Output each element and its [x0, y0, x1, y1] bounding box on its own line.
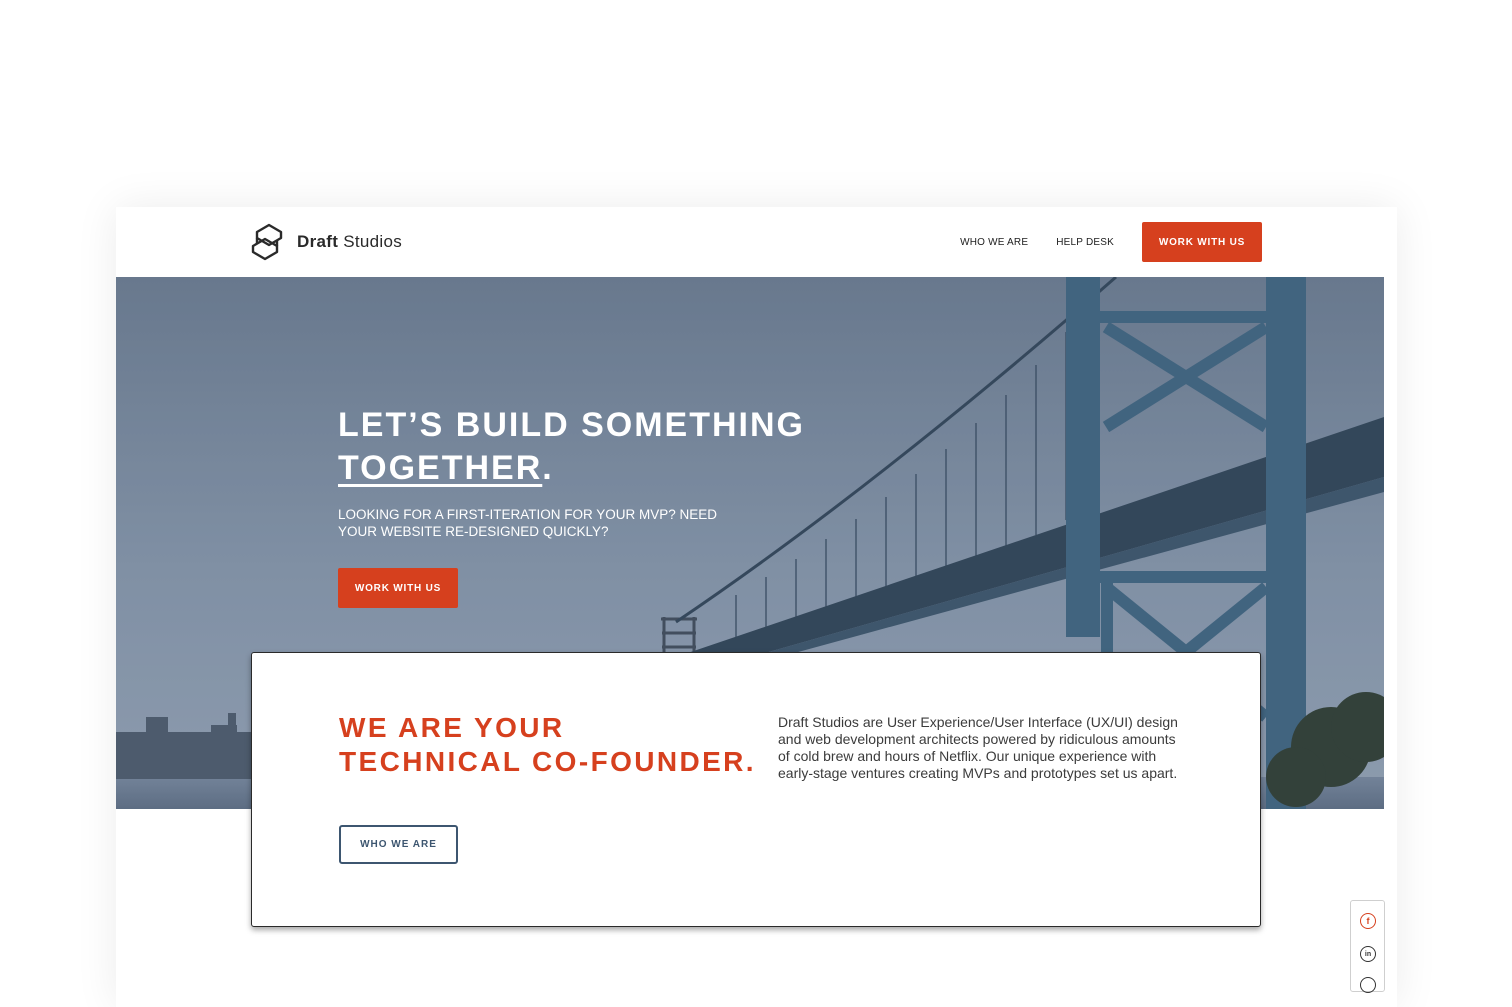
hero-title-period: . — [542, 449, 554, 487]
facebook-glyph: f — [1366, 916, 1370, 926]
nav-help-desk[interactable]: HELP DESK — [1056, 237, 1114, 248]
facebook-icon[interactable]: f — [1360, 913, 1376, 929]
intro-card: WE ARE YOUR TECHNICAL CO-FOUNDER. Draft S… — [251, 652, 1261, 927]
card-heading-line1: WE ARE YOUR — [339, 712, 565, 743]
logo-text-bold: Draft — [297, 232, 339, 251]
nav-who-we-are[interactable]: WHO WE ARE — [960, 237, 1028, 248]
hero-title-line1: LET’S BUILD SOMETHING — [338, 406, 805, 444]
site-header: Draft Studios WHO WE ARE HELP DESK WORK … — [116, 207, 1397, 277]
hero-work-with-us-button[interactable]: WORK WITH US — [338, 568, 458, 608]
logo[interactable]: Draft Studios — [249, 222, 402, 262]
page-frame: Draft Studios WHO WE ARE HELP DESK WORK … — [116, 207, 1397, 1007]
logo-mark-icon — [251, 223, 283, 261]
linkedin-icon[interactable]: in — [1360, 946, 1376, 962]
social-sidebar: f in — [1350, 900, 1385, 993]
hero-title-underlined: TOGETHER — [338, 449, 543, 487]
hero-title: LET’S BUILD SOMETHING TOGETHER. — [338, 404, 805, 490]
card-heading: WE ARE YOUR TECHNICAL CO-FOUNDER. — [339, 711, 756, 779]
instagram-icon[interactable] — [1360, 977, 1376, 993]
hero-subtitle: LOOKING FOR A FIRST-ITERATION FOR YOUR M… — [338, 507, 718, 539]
card-body-text: Draft Studios are User Experience/User I… — [778, 714, 1178, 781]
linkedin-glyph: in — [1364, 950, 1372, 958]
logo-text: Draft Studios — [297, 232, 402, 252]
header-work-with-us-button[interactable]: WORK WITH US — [1142, 222, 1262, 262]
main-nav: WHO WE ARE HELP DESK WORK WITH US — [960, 222, 1262, 262]
card-heading-line2: TECHNICAL CO-FOUNDER. — [339, 746, 756, 777]
who-we-are-button[interactable]: WHO WE ARE — [339, 825, 458, 864]
logo-text-light: Studios — [338, 232, 402, 251]
